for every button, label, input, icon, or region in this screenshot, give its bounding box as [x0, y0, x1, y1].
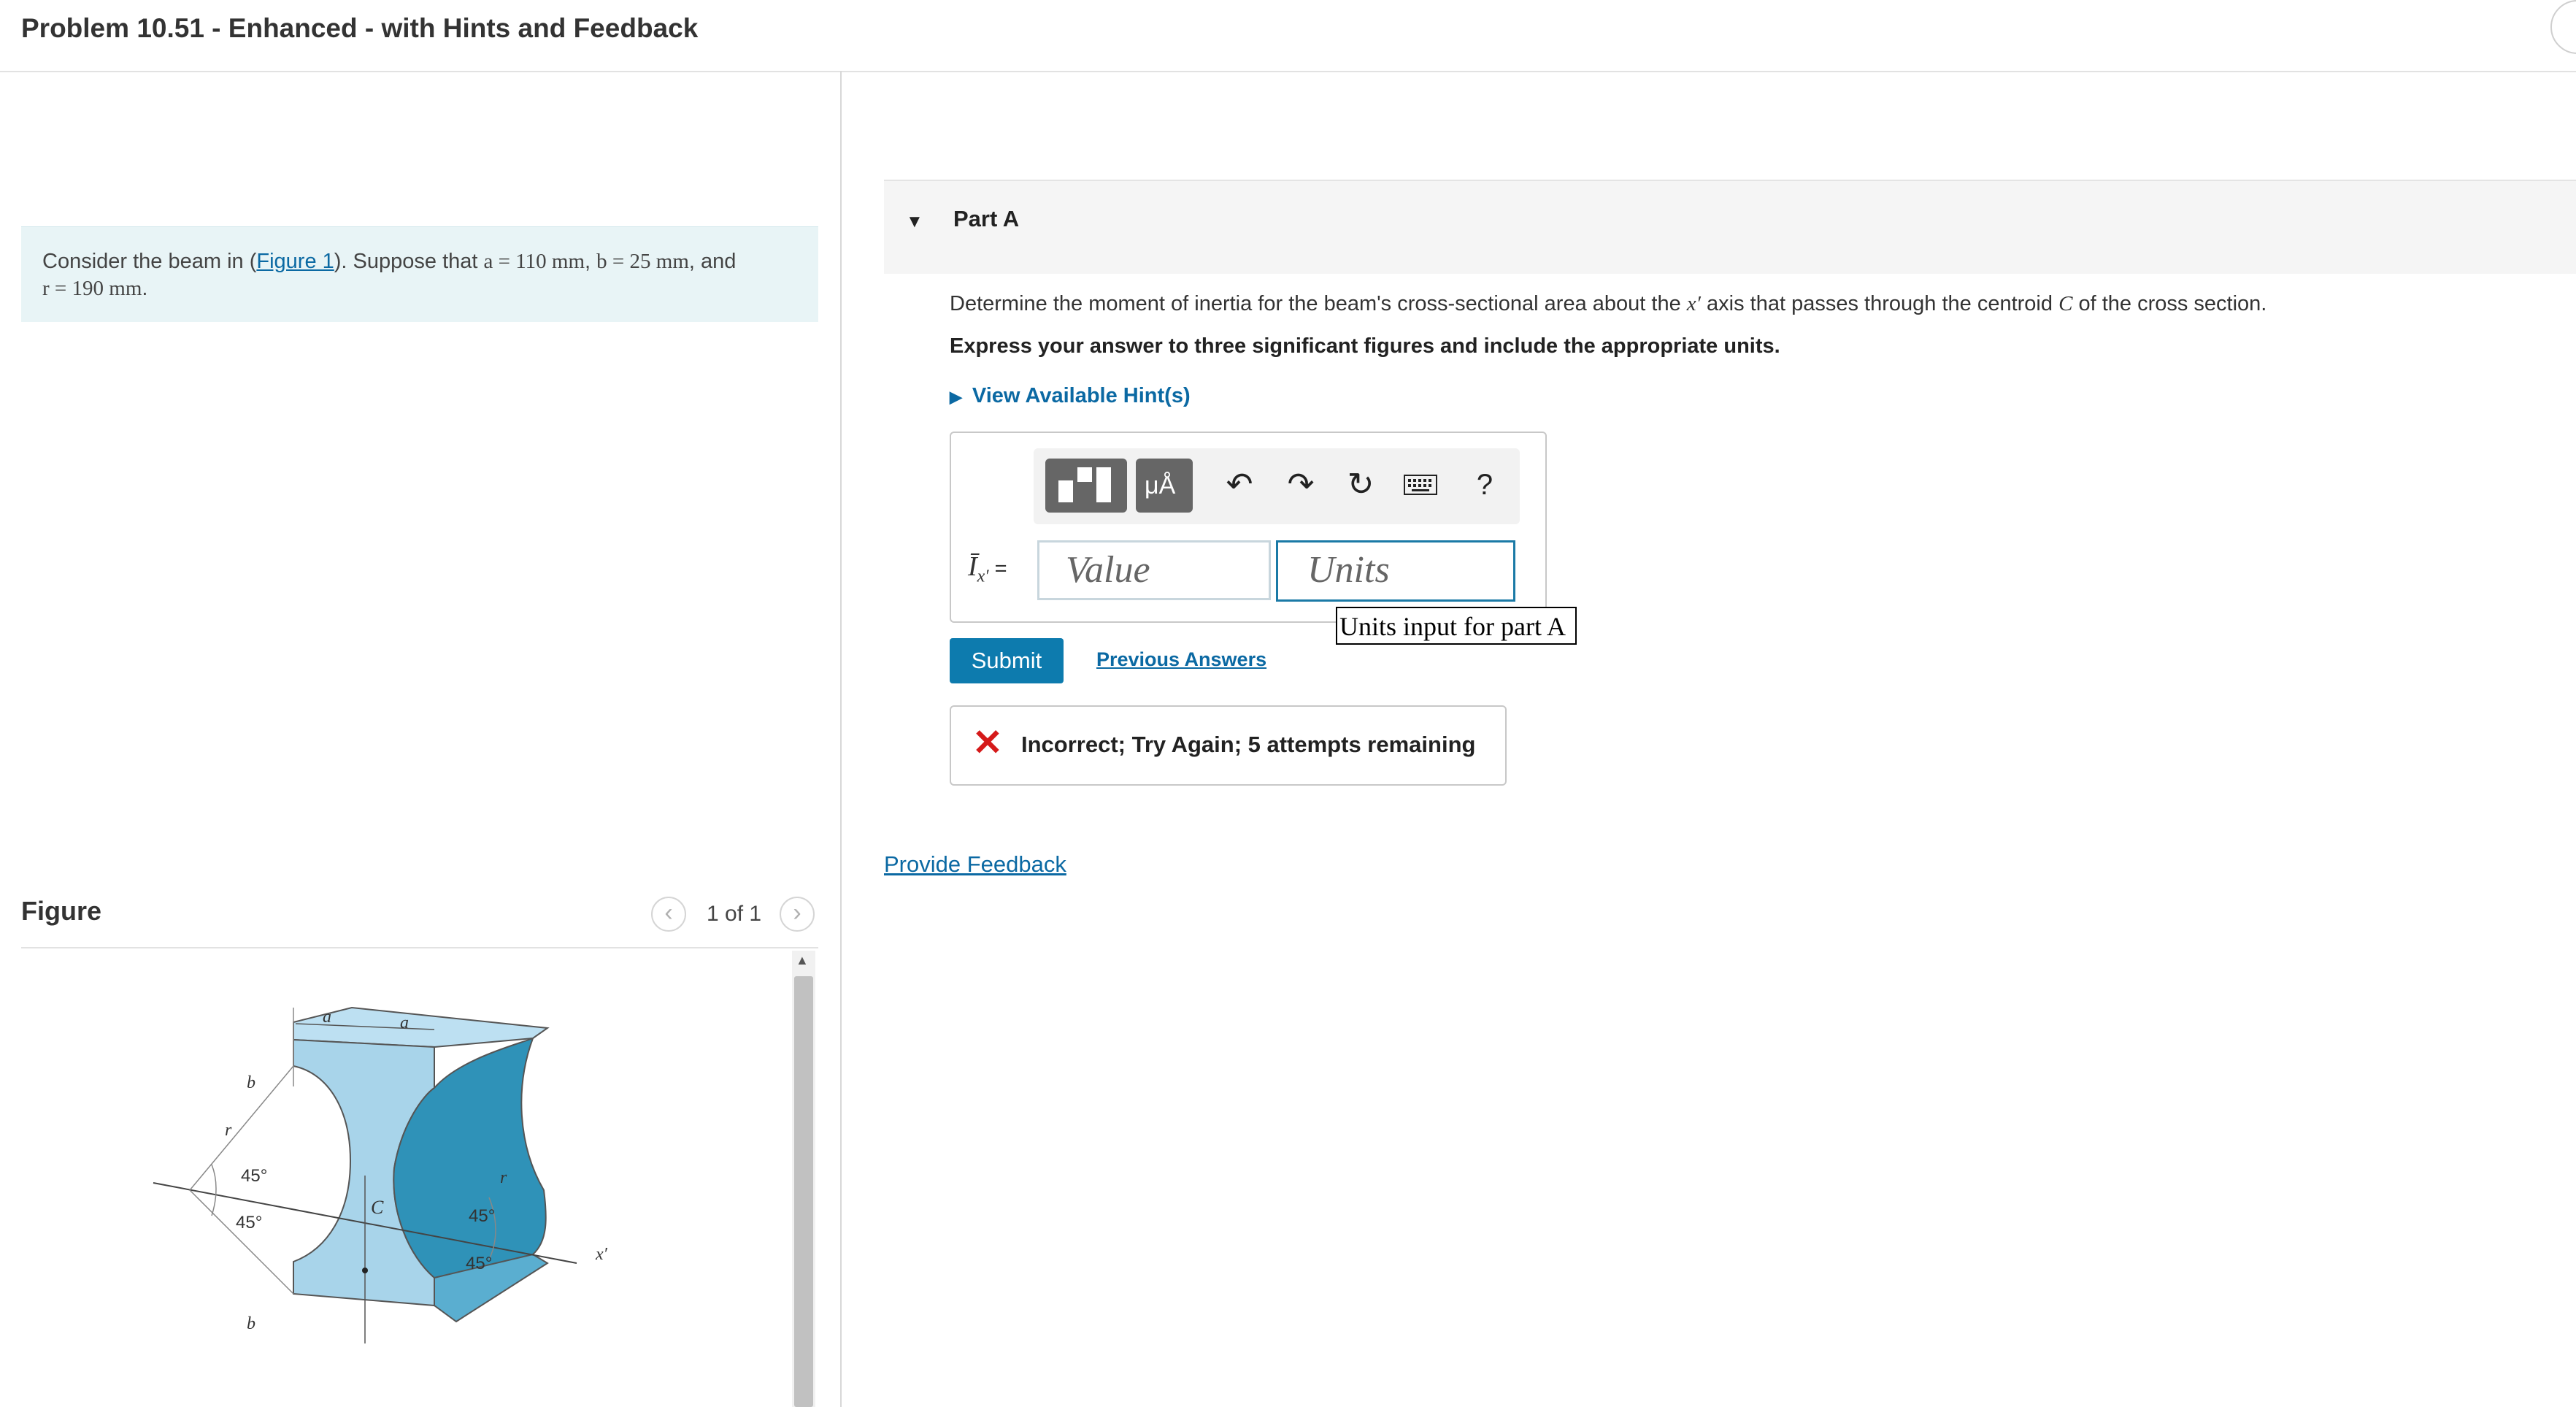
figure-pager: 1 of 1	[707, 902, 762, 926]
figure-separator	[21, 947, 818, 948]
label-a2: a	[400, 1013, 409, 1032]
label-angle-3: 45°	[469, 1206, 495, 1226]
units-input[interactable]: Units	[1276, 540, 1515, 602]
caret-down-icon[interactable]: ▼	[906, 212, 923, 232]
feedback-message: ✕ Incorrect; Try Again; 5 attempts remai…	[950, 705, 1507, 786]
redo-icon[interactable]: ↷	[1279, 463, 1323, 507]
keyboard-icon[interactable]	[1399, 463, 1442, 507]
question-part: Determine the moment of inertia for the …	[950, 292, 1687, 315]
instruction-text: Express your answer to three significant…	[950, 334, 1780, 358]
header-bar: Problem 10.51 - Enhanced - with Hints an…	[0, 0, 2576, 72]
r-value: r = 190 mm	[42, 277, 142, 300]
problem-intro: Consider the beam in (Figure 1). Suppose…	[21, 226, 818, 322]
value-input[interactable]: Value	[1037, 540, 1271, 600]
part-a-header[interactable]	[884, 180, 2576, 274]
math-toolbar: μÅ ↶ ↷ ↻ ?	[1034, 448, 1520, 524]
intro-text-part: , and	[688, 250, 737, 273]
help-icon[interactable]: ?	[1463, 463, 1507, 507]
error-x-icon: ✕	[972, 722, 1003, 763]
label-centroid: C	[371, 1197, 384, 1218]
scroll-up-icon[interactable]: ▲	[796, 953, 809, 968]
intro-text: Consider the beam in (Figure 1). Suppose…	[42, 248, 801, 302]
question-part: of the cross section.	[2072, 292, 2267, 315]
caret-right-icon: ▶	[950, 388, 962, 406]
answer-lhs: Īx′ =	[968, 551, 1007, 587]
undo-icon[interactable]: ↶	[1218, 463, 1261, 507]
view-hints-link[interactable]: ▶ View Available Hint(s)	[950, 384, 1191, 408]
part-a-label: Part A	[953, 206, 1020, 231]
figure-prev-button[interactable]: ‹	[651, 897, 686, 932]
page-title: Problem 10.51 - Enhanced - with Hints an…	[21, 13, 699, 43]
label-b-bottom: b	[247, 1314, 255, 1333]
figure-title: Figure	[21, 896, 102, 926]
lhs-equals: =	[988, 557, 1007, 580]
centroid-symbol: C	[2058, 292, 2073, 315]
units-tooltip: Units input for part A	[1336, 607, 1577, 645]
a-value: a = 110 mm	[483, 250, 585, 273]
hint-label: View Available Hint(s)	[972, 384, 1191, 407]
figure-next-button[interactable]: ›	[780, 897, 815, 932]
question-text: Determine the moment of inertia for the …	[950, 292, 2267, 316]
label-angle-4: 45°	[466, 1254, 492, 1273]
label-r-right: r	[500, 1168, 507, 1187]
chevron-right-icon: ›	[793, 899, 801, 927]
panel-divider[interactable]	[840, 71, 842, 1407]
intro-text-part: .	[142, 277, 148, 300]
intro-text-part: Consider the beam in (	[42, 250, 257, 273]
chevron-left-icon: ‹	[664, 899, 673, 927]
lhs-symbol: Ī	[968, 551, 977, 582]
axis-symbol: x′	[1686, 292, 1701, 315]
units-template-label: μÅ	[1145, 472, 1176, 499]
submit-button[interactable]: Submit	[950, 638, 1064, 683]
provide-feedback-link[interactable]: Provide Feedback	[884, 851, 1066, 878]
previous-answers-link[interactable]: Previous Answers	[1096, 648, 1266, 671]
label-a1: a	[323, 1008, 331, 1027]
collapse-panel-button[interactable]	[2550, 0, 2576, 54]
label-angle-2: 45°	[236, 1213, 262, 1232]
units-template-icon[interactable]: μÅ	[1136, 459, 1193, 513]
reset-icon[interactable]: ↻	[1339, 463, 1383, 507]
label-angle-1: 45°	[241, 1166, 267, 1186]
label-r-left: r	[225, 1121, 232, 1140]
label-axis: x′	[595, 1245, 608, 1264]
beam-figure: a a b b r r 45° 45° 45° 45° C x′	[153, 1006, 608, 1343]
intro-text-part: ). Suppose that	[334, 250, 484, 273]
scrollbar-thumb[interactable]	[794, 976, 813, 1407]
figure-link[interactable]: Figure 1	[256, 250, 334, 273]
lhs-subscript: x′	[977, 567, 989, 586]
question-part: axis that passes through the centroid	[1700, 292, 2059, 315]
templates-icon[interactable]	[1045, 459, 1127, 513]
intro-text-part: ,	[585, 250, 597, 273]
label-b-top: b	[247, 1073, 255, 1092]
b-value: b = 25 mm	[596, 250, 689, 273]
feedback-text: Incorrect; Try Again; 5 attempts remaini…	[1021, 732, 1476, 757]
